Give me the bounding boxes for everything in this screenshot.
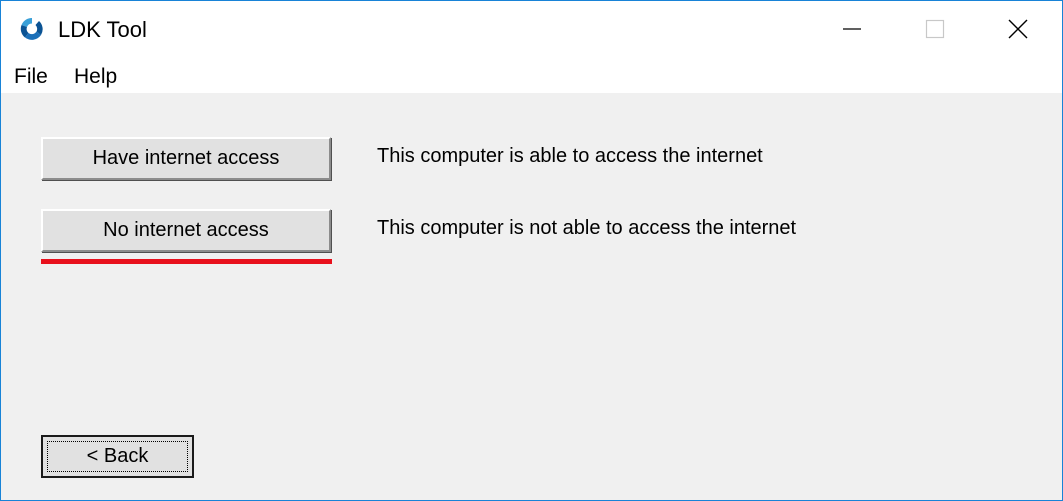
close-icon (1008, 19, 1028, 39)
have-internet-access-description: This computer is able to access the inte… (377, 145, 763, 167)
minimize-button[interactable] (809, 1, 895, 57)
back-button[interactable]: < Back (41, 435, 194, 478)
menu-bar: File Help (1, 59, 1062, 93)
ldk-app-icon (20, 17, 43, 40)
close-button[interactable] (975, 1, 1061, 57)
app-window: LDK Tool File Help Have internet access … (0, 0, 1063, 501)
minimize-icon (843, 28, 861, 30)
client-area: Have internet access This computer is ab… (1, 93, 1062, 500)
menu-help[interactable]: Help (74, 63, 117, 91)
back-button-label: < Back (86, 445, 149, 467)
no-internet-access-description: This computer is not able to access the … (377, 217, 797, 239)
window-title: LDK Tool (58, 17, 147, 42)
no-internet-access-label: No internet access (103, 219, 269, 241)
have-internet-access-label: Have internet access (92, 147, 280, 169)
highlight-underline (41, 259, 332, 264)
menu-file[interactable]: File (14, 63, 48, 91)
no-internet-access-button[interactable]: No internet access (41, 209, 331, 252)
maximize-button[interactable] (892, 1, 978, 57)
maximize-icon (925, 19, 945, 39)
title-bar[interactable]: LDK Tool (1, 1, 1062, 57)
have-internet-access-button[interactable]: Have internet access (41, 137, 331, 180)
